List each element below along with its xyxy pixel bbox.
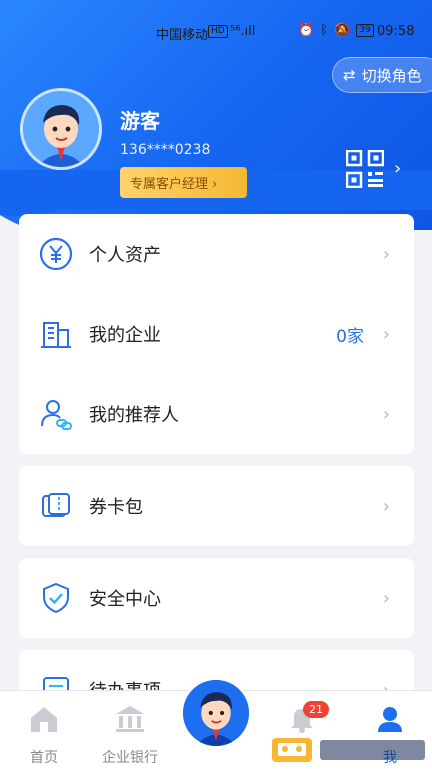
status-bar: 中国移动 HD ⁵⁶.ıll ⏰ ᛒ 🔕 39 09:58 <box>0 0 432 44</box>
nav-enterprise-bank[interactable]: 企业银行 <box>90 691 170 767</box>
chevron-right-icon: › <box>382 403 390 425</box>
avatar[interactable] <box>20 88 102 170</box>
menu-label: 券卡包 <box>89 497 143 518</box>
alarm-icon: ⏰ <box>298 23 315 38</box>
bluetooth-icon: ᛒ <box>320 23 328 38</box>
hd-badge: HD <box>208 25 228 38</box>
coupon-icon <box>42 493 70 517</box>
menu-label: 安全中心 <box>89 589 161 610</box>
enterprise-count: 0家 <box>336 326 364 347</box>
bank-icon <box>116 706 144 732</box>
chevron-right-icon: › <box>382 587 390 609</box>
switch-role-label: 切换角色 <box>361 66 422 85</box>
menu-label: 我的企业 <box>89 325 161 346</box>
watermark-logo <box>272 738 425 762</box>
yuan-circle-icon <box>39 237 73 271</box>
person-icon <box>378 707 402 732</box>
nav-bank-label: 企业银行 <box>102 750 158 766</box>
qr-chevron-icon[interactable]: › <box>394 158 401 179</box>
menu-item-my-enterprise[interactable]: 我的企业 0家 › <box>19 294 414 374</box>
security-card: 安全中心 › <box>19 558 414 638</box>
cartoon-avatar-icon <box>23 91 99 167</box>
mute-icon: 🔕 <box>334 23 351 38</box>
status-icons: ⏰ ᛒ 🔕 39 <box>298 23 374 38</box>
menu-item-my-referrer[interactable]: 我的推荐人 › <box>19 374 414 454</box>
center-avatar-button[interactable] <box>180 677 252 749</box>
menu-item-coupon-wallet[interactable]: 券卡包 › <box>19 466 414 546</box>
signal-icon: ⁵⁶.ıll <box>230 24 256 39</box>
clock-time: 09:58 <box>377 24 415 39</box>
chevron-right-icon: › <box>382 323 390 345</box>
battery-icon: 39 <box>356 24 374 37</box>
home-icon <box>31 707 57 732</box>
coupon-card: 券卡包 › <box>19 466 414 546</box>
shield-check-icon <box>43 582 69 614</box>
carrier-text: 中国移动 <box>156 28 209 43</box>
nav-home-label: 首页 <box>30 750 58 766</box>
phone-number: 136****0238 <box>120 142 211 158</box>
chevron-right-icon: › <box>382 495 390 517</box>
notification-badge: 21 <box>303 701 329 718</box>
building-icon <box>41 322 71 348</box>
asset-card: 个人资产 › 我的企业 0家 › 我的推荐人 › <box>19 214 414 454</box>
account-manager-button[interactable]: 专属客户经理 › <box>120 167 247 198</box>
swap-icon: ⇄ <box>343 66 356 84</box>
menu-item-security-center[interactable]: 安全中心 › <box>19 558 414 638</box>
chevron-right-icon: › <box>382 243 390 265</box>
menu-item-personal-assets[interactable]: 个人资产 › <box>19 214 414 294</box>
cartoon-avatar-icon <box>183 680 249 746</box>
menu-label: 个人资产 <box>89 245 161 266</box>
switch-role-button[interactable]: ⇄ 切换角色 <box>332 57 432 93</box>
nav-home[interactable]: 首页 <box>4 691 84 767</box>
menu-label: 我的推荐人 <box>89 405 179 426</box>
username: 游客 <box>120 109 160 133</box>
nav-notifications[interactable] <box>262 691 342 737</box>
qr-code-icon[interactable] <box>346 150 384 188</box>
person-link-icon <box>41 400 72 430</box>
